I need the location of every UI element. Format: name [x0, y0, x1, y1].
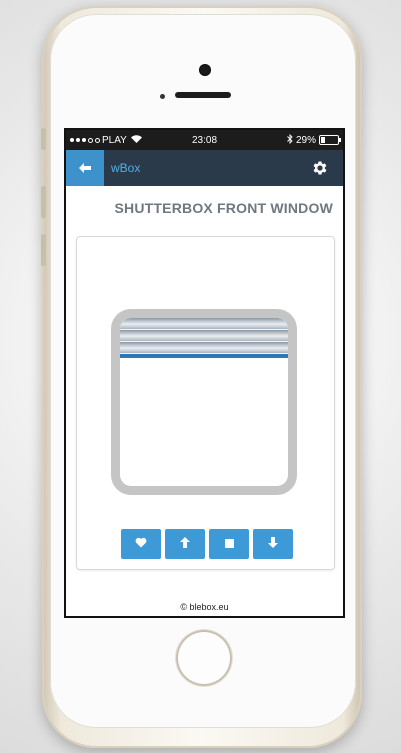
shutter-slat — [120, 342, 288, 354]
status-bar: PLAY 23:08 29% — [66, 130, 343, 150]
arrow-up-icon — [180, 535, 190, 553]
earpiece-speaker — [175, 92, 231, 98]
shutter-card — [76, 236, 335, 570]
app-title[interactable]: wBox — [111, 161, 140, 175]
shutter-slats — [120, 318, 288, 358]
signal-dot-icon — [70, 138, 74, 142]
shutter-slat — [120, 318, 288, 330]
up-button[interactable] — [165, 529, 205, 559]
signal-dot-icon — [88, 137, 93, 143]
home-button[interactable] — [176, 630, 232, 686]
device-title: SHUTTERBOX FRONT WINDOW — [114, 200, 333, 216]
wifi-icon — [130, 135, 142, 145]
signal-group: PLAY — [70, 135, 142, 146]
signal-dot-icon — [82, 138, 86, 142]
control-buttons — [121, 529, 293, 559]
favorite-button[interactable] — [121, 529, 161, 559]
battery-percent: 29% — [295, 134, 316, 146]
battery-icon — [319, 135, 341, 145]
down-button[interactable] — [253, 529, 293, 559]
volume-down-button — [41, 234, 46, 266]
status-right: 29% — [287, 133, 341, 147]
app-screen: PLAY 23:08 29% wBox SHUTTERBOX FRONT WIN… — [66, 130, 343, 616]
shutter-slat — [120, 330, 288, 342]
shutter-window-frame[interactable] — [111, 309, 297, 495]
footer-copyright: © blebox.eu — [180, 602, 229, 612]
proximity-sensor — [160, 94, 165, 99]
back-button[interactable] — [66, 150, 104, 186]
gear-icon[interactable] — [311, 159, 329, 177]
mute-switch — [41, 128, 46, 150]
nav-bar: wBox — [66, 150, 343, 186]
bluetooth-icon — [287, 133, 293, 147]
heart-icon — [135, 535, 147, 553]
signal-dot-icon — [76, 138, 80, 142]
arrow-left-icon — [79, 160, 91, 176]
stop-button[interactable] — [209, 529, 249, 559]
battery-level-fill — [321, 137, 325, 143]
shutter-bottom-rail — [120, 354, 288, 358]
signal-dot-icon — [95, 137, 100, 143]
carrier-name: PLAY — [102, 134, 127, 146]
arrow-down-icon — [268, 535, 278, 553]
front-camera — [199, 64, 211, 76]
volume-up-button — [41, 186, 46, 218]
stop-icon — [224, 535, 234, 553]
